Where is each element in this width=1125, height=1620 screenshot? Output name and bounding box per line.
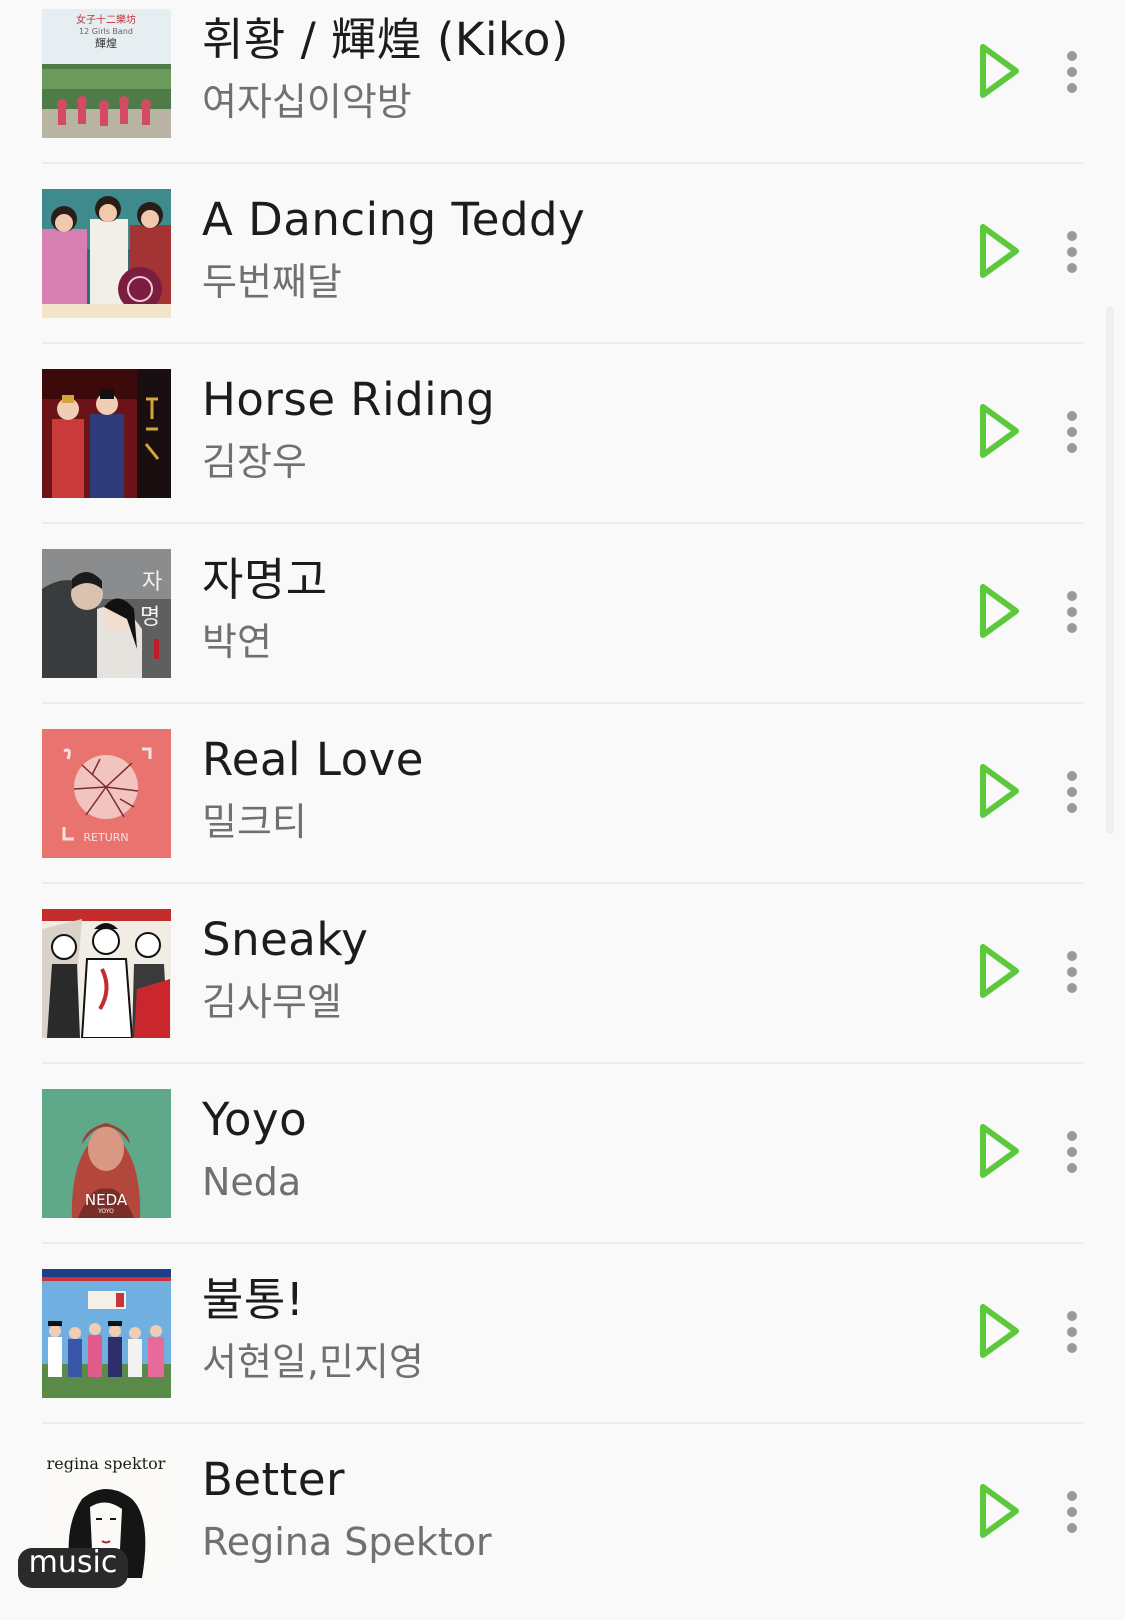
svg-text:명: 명: [140, 605, 160, 630]
play-icon: [980, 404, 1019, 458]
scrollbar[interactable]: [1106, 306, 1114, 834]
song-title: Better: [202, 1453, 346, 1506]
svg-text:12 Girls Band: 12 Girls Band: [79, 27, 133, 36]
svg-text:女子十二樂坊: 女子十二樂坊: [76, 13, 136, 26]
more-vertical-icon: [1067, 951, 1077, 993]
more-vertical-icon: [1067, 1131, 1077, 1173]
song-title: Horse Riding: [202, 373, 496, 426]
divider: [42, 162, 1083, 164]
play-icon: [980, 224, 1019, 278]
play-button[interactable]: [972, 1300, 1026, 1362]
album-cover-historical-drama: [42, 369, 171, 498]
song-title: A Dancing Teddy: [202, 193, 586, 246]
divider: [42, 702, 1083, 704]
more-vertical-icon: [1067, 591, 1077, 633]
song-artist: 여자십이악방: [202, 80, 412, 124]
svg-text:輝煌: 輝煌: [95, 37, 117, 50]
song-artist: 두번째달: [202, 260, 342, 304]
more-options-button[interactable]: [1052, 1487, 1092, 1537]
album-cover-drama-ost: [42, 189, 171, 318]
divider: [42, 1242, 1083, 1244]
song-row[interactable]: Horse Riding 김장우: [0, 360, 1125, 540]
play-icon: [980, 1304, 1019, 1358]
music-tab-label: music: [28, 1548, 118, 1580]
more-options-button[interactable]: [1052, 587, 1092, 637]
song-title: 휘황 / 輝煌 (Kiko): [202, 13, 569, 66]
play-icon: [980, 944, 1019, 998]
song-row[interactable]: 불통! 서현일,민지영: [0, 1260, 1125, 1440]
song-title: 불통!: [202, 1273, 305, 1326]
play-button[interactable]: [972, 760, 1026, 822]
play-icon: [980, 764, 1019, 818]
album-cover-12-girls-band: 女子十二樂坊 12 Girls Band 輝煌: [42, 9, 171, 138]
song-artist: Regina Spektor: [202, 1520, 492, 1564]
divider: [42, 522, 1083, 524]
song-row[interactable]: RETURN Real Love 밀크티: [0, 720, 1125, 900]
more-options-button[interactable]: [1052, 947, 1092, 997]
song-row[interactable]: NEDA YOYO Yoyo Neda: [0, 1080, 1125, 1260]
album-cover-comic-art: [42, 909, 171, 1038]
divider: [42, 1062, 1083, 1064]
play-button[interactable]: [972, 220, 1026, 282]
more-vertical-icon: [1067, 411, 1077, 453]
play-button[interactable]: [972, 580, 1026, 642]
more-options-button[interactable]: [1052, 47, 1092, 97]
song-title: Yoyo: [202, 1093, 308, 1146]
album-cover-jamyeonggo: 자 명: [42, 549, 171, 678]
play-icon: [980, 44, 1019, 98]
svg-text:RETURN: RETURN: [83, 831, 128, 844]
more-vertical-icon: [1067, 231, 1077, 273]
divider: [42, 882, 1083, 884]
more-options-button[interactable]: [1052, 1127, 1092, 1177]
more-options-button[interactable]: [1052, 1307, 1092, 1357]
play-button[interactable]: [972, 1480, 1026, 1542]
song-row[interactable]: Sneaky 김사무엘: [0, 900, 1125, 1080]
song-artist: Neda: [202, 1160, 302, 1204]
play-icon: [980, 1124, 1019, 1178]
song-artist: 서현일,민지영: [202, 1340, 424, 1384]
song-artist: 김장우: [202, 440, 307, 484]
song-row[interactable]: 女子十二樂坊 12 Girls Band 輝煌 휘황 / 輝煌 (Kiko) 여…: [0, 0, 1125, 180]
album-cover-neda: NEDA YOYO: [42, 1089, 171, 1218]
play-icon: [980, 1484, 1019, 1538]
song-row[interactable]: 자 명 자명고 박연: [0, 540, 1125, 720]
more-options-button[interactable]: [1052, 227, 1092, 277]
divider: [42, 342, 1083, 344]
more-options-button[interactable]: [1052, 767, 1092, 817]
divider: [42, 1422, 1083, 1424]
more-options-button[interactable]: [1052, 407, 1092, 457]
play-button[interactable]: [972, 40, 1026, 102]
svg-text:자: 자: [142, 570, 162, 595]
song-artist: 밀크티: [202, 800, 307, 844]
song-row[interactable]: A Dancing Teddy 두번째달: [0, 180, 1125, 360]
song-artist: 박연: [202, 620, 272, 664]
svg-text:regina spektor: regina spektor: [47, 1454, 166, 1473]
play-button[interactable]: [972, 400, 1026, 462]
more-vertical-icon: [1067, 51, 1077, 93]
svg-text:NEDA: NEDA: [85, 1191, 128, 1209]
play-button[interactable]: [972, 1120, 1026, 1182]
song-list: 女子十二樂坊 12 Girls Band 輝煌 휘황 / 輝煌 (Kiko) 여…: [0, 0, 1125, 1588]
song-title: Sneaky: [202, 913, 369, 966]
music-tab[interactable]: music: [18, 1548, 128, 1588]
more-vertical-icon: [1067, 771, 1077, 813]
svg-text:YOYO: YOYO: [97, 1208, 114, 1215]
album-cover-return: RETURN: [42, 729, 171, 858]
more-vertical-icon: [1067, 1491, 1077, 1533]
play-button[interactable]: [972, 940, 1026, 1002]
play-icon: [980, 584, 1019, 638]
song-artist: 김사무엘: [202, 980, 342, 1024]
more-vertical-icon: [1067, 1311, 1077, 1353]
song-title: Real Love: [202, 733, 424, 786]
album-cover-hanbok-drama: [42, 1269, 171, 1398]
song-row[interactable]: regina spektor Better Regina Spektor: [0, 1440, 1125, 1620]
song-title: 자명고: [202, 553, 328, 606]
